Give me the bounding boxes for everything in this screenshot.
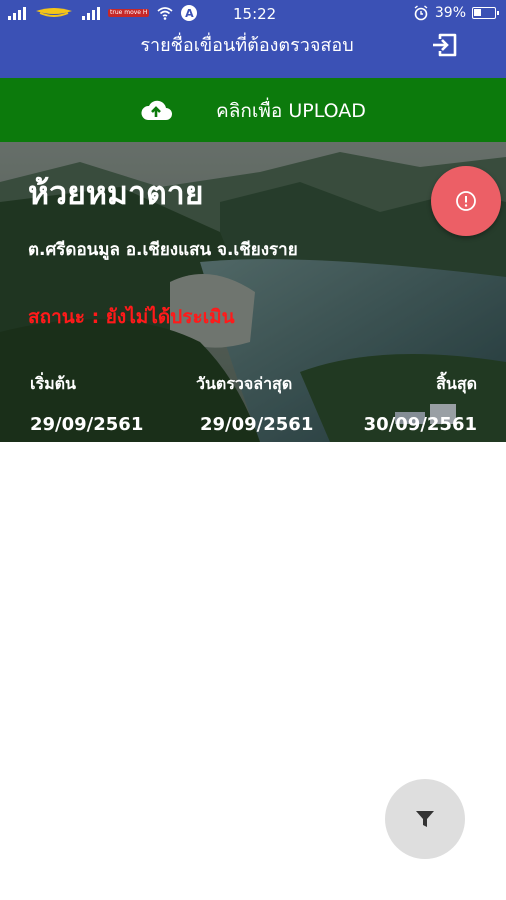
status-right: 39% xyxy=(413,5,499,21)
start-date-label: เริ่มต้น xyxy=(30,374,76,393)
filter-button[interactable] xyxy=(385,779,465,859)
last-inspection-label: วันตรวจล่าสุด xyxy=(196,374,293,393)
upload-label: คลิกเพื่อ UPLOAD xyxy=(216,100,366,122)
battery-icon xyxy=(472,7,499,19)
assessment-status: สถานะ : ยังไม่ได้ประเมิน xyxy=(28,306,235,328)
end-date-label: สิ้นสุด xyxy=(436,374,477,393)
battery-level xyxy=(474,9,481,16)
dam-location: ต.ศรีดอนมูล อ.เชียงแสน จ.เชียงราย xyxy=(28,240,298,260)
wifi-icon xyxy=(157,7,173,20)
filter-icon xyxy=(416,811,434,827)
alert-button[interactable] xyxy=(431,166,501,236)
end-date-value: 30/09/2561 xyxy=(363,414,477,435)
carrier-icon xyxy=(34,7,74,19)
status-time: 15:22 xyxy=(233,5,277,23)
alert-circle-icon xyxy=(456,191,476,211)
last-inspection-value: 29/09/2561 xyxy=(200,414,314,435)
carrier-tag: true move H xyxy=(108,9,150,17)
dam-name: ห้วยหมาตาย xyxy=(28,174,204,212)
upload-button[interactable]: คลิกเพื่อ UPLOAD xyxy=(0,78,506,142)
top-bar: true move H A 15:22 39% รายชื่อเขื่อนที่… xyxy=(0,0,506,78)
signal-icon xyxy=(82,6,100,20)
battery-percent: 39% xyxy=(434,5,466,21)
a-icon: A xyxy=(181,5,198,21)
signal-icon xyxy=(8,6,26,20)
alarm-icon xyxy=(414,5,428,21)
cloud-upload-icon xyxy=(141,100,172,120)
start-date-value: 29/09/2561 xyxy=(30,414,144,435)
status-bar: true move H A 15:22 39% xyxy=(0,0,506,28)
dam-card[interactable]: ห้วยหมาตาย ต.ศรีดอนมูล อ.เชียงแสน จ.เชีย… xyxy=(0,142,506,442)
logout-icon[interactable] xyxy=(430,30,460,60)
status-left: true move H A xyxy=(8,5,198,21)
